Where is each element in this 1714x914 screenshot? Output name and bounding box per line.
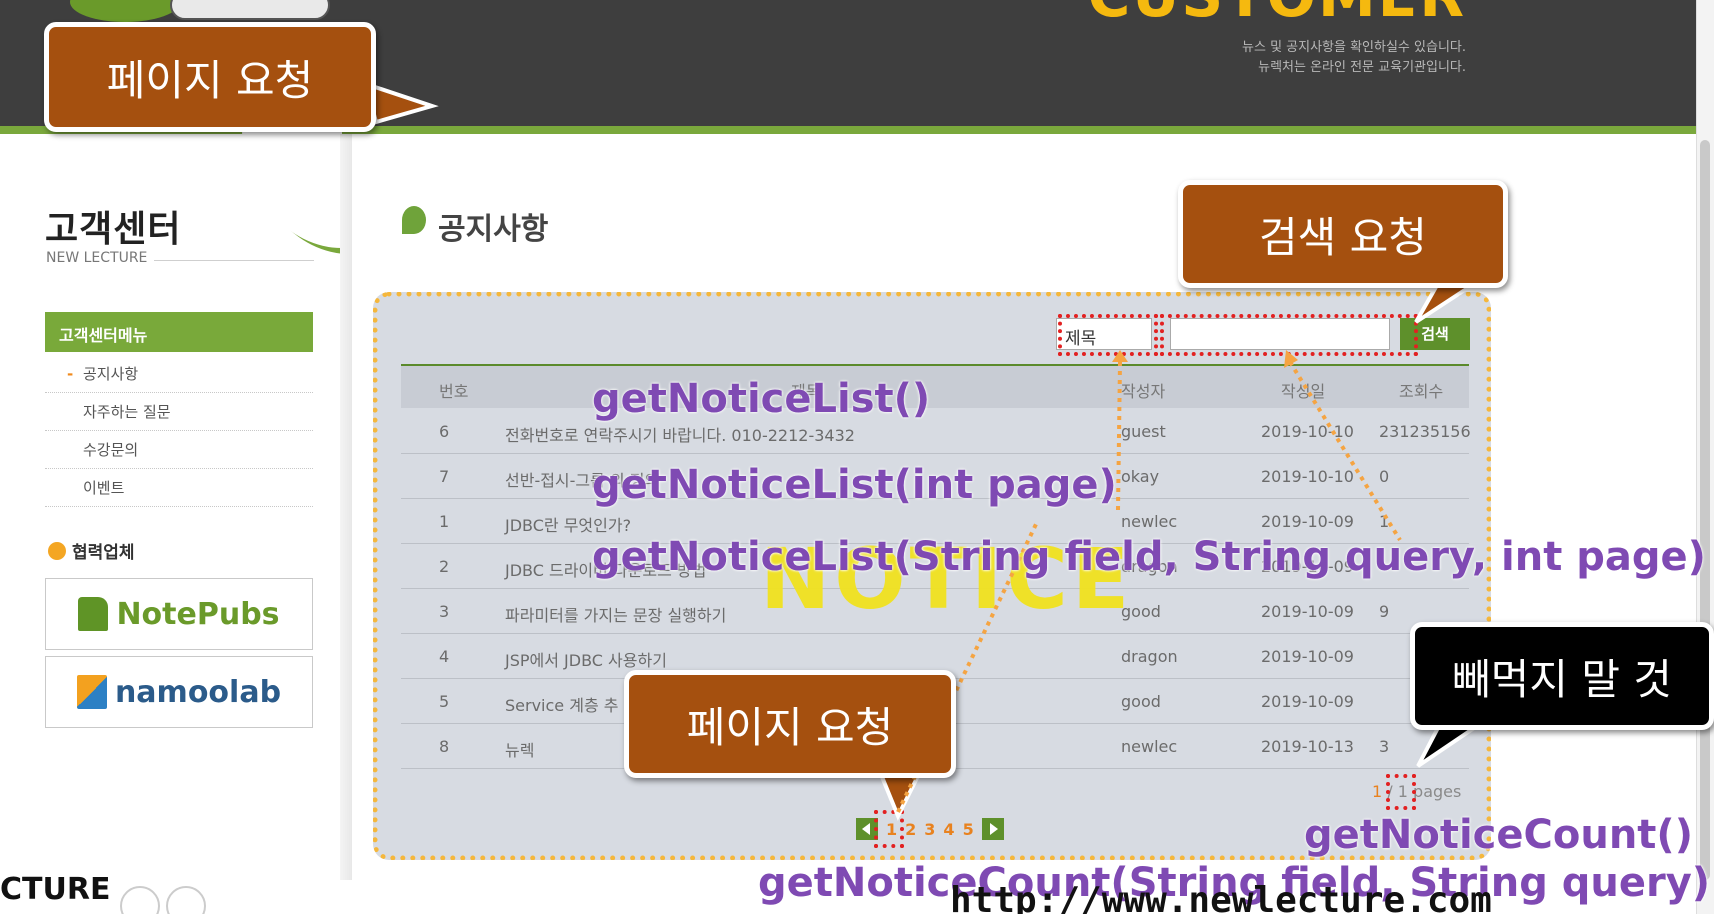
callout-page-request-top: 페이지 요청 <box>44 22 376 132</box>
code-get-notice-count: getNoticeCount() <box>1304 812 1693 858</box>
arrow-head-field <box>1112 350 1128 362</box>
callout-tail-dont-miss <box>1416 722 1487 768</box>
callout-dont-miss: 빼먹지 말 것 <box>1410 622 1714 730</box>
code-get-notice-list: getNoticeList() <box>592 376 931 422</box>
arrow-query <box>1288 360 1402 542</box>
footer-url: http://www.newlecture.com <box>950 880 1492 914</box>
callout-search-request: 검색 요청 <box>1178 180 1508 288</box>
code-get-notice-list-page: getNoticeList(int page) <box>592 462 1117 508</box>
arrow-field <box>1116 361 1122 511</box>
code-get-notice-list-full: getNoticeList(String field, String query… <box>592 534 1706 580</box>
callout-page-request-bottom: 페이지 요청 <box>624 670 956 778</box>
footer-brand-fragment: CTURE <box>0 872 111 907</box>
